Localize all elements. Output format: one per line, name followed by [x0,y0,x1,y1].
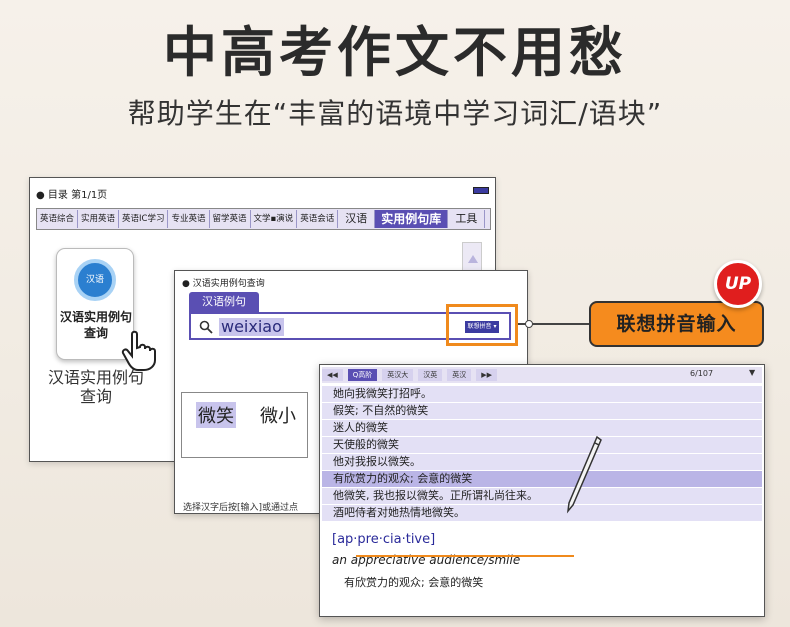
tab-english-conversation[interactable]: 英语会话 [297,210,339,228]
tab-dict-cn-en[interactable]: 汉英 [418,369,443,381]
tab-english-ic[interactable]: 英语IC学习 [119,210,169,228]
hand-pointer-icon [121,330,156,371]
example-underline [356,555,574,557]
hint-text: 选择汉字后按[输入]或通过点 [183,503,299,513]
tab-english-general[interactable]: 英语综合 [37,210,79,228]
headline: 中高考作文不用愁 [163,21,627,84]
app-icon-label-line1: 汉语实用例句 [59,310,132,324]
sentence-item[interactable]: 她向我微笑打招呼。 [322,386,762,402]
directory-label: ● 目录 第1/1页 [36,190,108,201]
search-icon [199,320,213,334]
app-caption: 汉语实用例句 查询 [47,368,144,406]
tab-study-abroad[interactable]: 留学英语 [210,210,251,228]
tab-tools[interactable]: 工具 [448,210,486,228]
screen-title: ● 汉语实用例句查询 [182,279,265,289]
example-sentence-list: 她向我微笑打招呼。 假笑; 不自然的微笑 迷人的微笑 天使般的微笑 他对我报以微… [322,386,762,522]
category-tab-bar: 英语综合 实用英语 英语IC学习 专业英语 留学英语 文学▪演说 英语会话 汉语… [36,208,491,230]
sentence-item[interactable]: 他微笑, 我也报以微笑。正所谓礼尚往来。 [322,488,762,504]
next-icon[interactable]: ▶▶ [476,369,498,381]
dictionary-entry-screen: ◀◀ Q高阶 英汉大 汉英 英汉 ▶▶ 6/107 ▼ 她向我微笑打招呼。 假笑… [319,364,765,617]
upgrade-badge: UP [714,260,762,308]
tab-professional-english[interactable]: 专业英语 [168,210,210,228]
page-indicator: 6/107 [690,369,714,378]
sentence-item[interactable]: 天使般的微笑 [322,437,762,453]
candidate-item[interactable]: 微笑 [196,402,236,428]
battery-icon [473,187,489,194]
candidate-list: 微笑 微小 [181,392,308,458]
tab-dict-advanced[interactable]: Q高阶 [347,369,378,381]
tab-practical-english[interactable]: 实用英语 [78,210,120,228]
example-translation: 有欣赏力的观众; 会意的微笑 [344,576,484,589]
headword-syllables: [ap·pre·cia·tive] [332,532,436,547]
subheadline: 帮助学生在“丰富的语境中学习词汇/语块” [127,97,663,130]
search-icon: 汉语 [74,259,116,301]
sentence-item[interactable]: 假笑; 不自然的微笑 [322,403,762,419]
sentence-item-selected[interactable]: 有欣赏力的观众; 会意的微笑 [322,471,762,487]
prev-icon[interactable]: ◀◀ [322,369,343,381]
stylus-icon [566,435,602,514]
tab-dict-en-cn-large[interactable]: 英汉大 [382,369,414,381]
candidate-item[interactable]: 微小 [260,402,296,428]
tab-chinese-examples[interactable]: 汉语例句 [189,292,259,312]
sentence-item[interactable]: 迷人的微笑 [322,420,762,436]
mode-highlight-frame [446,304,518,346]
search-input-value: weixiao [219,317,284,336]
callout-connector-dot [525,320,533,328]
sentence-item[interactable]: 他对我报以微笑。 [322,454,762,470]
sentence-item[interactable]: 酒吧侍者对她热情地微笑。 [322,505,762,521]
tab-dict-en-cn[interactable]: 英汉 [447,369,472,381]
tab-chinese[interactable]: 汉语 [338,210,376,228]
tab-example-sentences[interactable]: 实用例句库 [375,210,449,228]
tab-literature-speech[interactable]: 文学▪演说 [251,210,298,228]
dropdown-arrow-icon[interactable]: ▼ [749,368,755,377]
